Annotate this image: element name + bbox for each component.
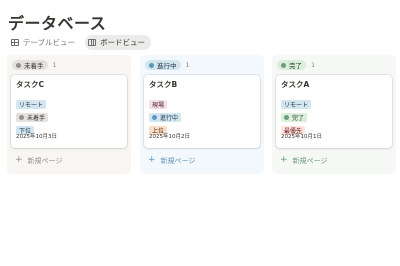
column-status-label: 完了 bbox=[289, 62, 302, 70]
card-title: タスクA bbox=[281, 80, 310, 89]
tab-label: テーブルビュー bbox=[23, 38, 76, 47]
status-dot-icon bbox=[16, 62, 21, 68]
column-header: 未着手 1 bbox=[11, 59, 127, 71]
tab-label: ボードビュー bbox=[100, 38, 146, 47]
card-date: 2025年10月1日 bbox=[281, 134, 322, 140]
card-title: タスクC bbox=[16, 80, 45, 89]
column-count: 1 bbox=[185, 61, 190, 69]
table-icon bbox=[11, 39, 19, 46]
column-status-pill: 未着手 bbox=[12, 60, 48, 70]
board-column-done: 完了 1 タスクA リモート 完了 最優先 2025年10月1日 + 新規ページ bbox=[272, 55, 396, 174]
new-page-button[interactable]: + 新規ページ bbox=[276, 152, 392, 169]
card-date: 2025年10月2日 bbox=[149, 134, 190, 140]
board-icon bbox=[88, 39, 97, 46]
status-dot-icon bbox=[281, 62, 286, 68]
column-status-pill: 進行中 bbox=[145, 60, 181, 70]
new-page-label: 新規ページ bbox=[160, 156, 196, 165]
tab-board-view[interactable]: ボードビュー bbox=[85, 35, 152, 50]
task-card[interactable]: タスクC リモート 未着手 下位 2025年10月3日 bbox=[11, 75, 127, 148]
new-page-label: 新規ページ bbox=[292, 156, 328, 165]
column-status-label: 進行中 bbox=[157, 62, 177, 70]
column-header: 完了 1 bbox=[276, 59, 392, 71]
column-header: 進行中 1 bbox=[144, 59, 260, 71]
new-page-label: 新規ページ bbox=[27, 156, 63, 165]
column-count: 1 bbox=[311, 61, 316, 69]
column-status-pill: 完了 bbox=[277, 60, 306, 70]
card-date: 2025年10月3日 bbox=[16, 134, 57, 140]
board-column-in-progress: 進行中 1 タスクB 現場 進行中 上位 2025年10月2日 + 新規ページ bbox=[140, 55, 264, 174]
column-status-label: 未着手 bbox=[24, 62, 44, 70]
new-page-button[interactable]: + 新規ページ bbox=[144, 152, 260, 169]
page-title: データベース bbox=[8, 14, 107, 33]
board-column-not-started: 未着手 1 タスクC リモート 未着手 下位 2025年10月3日 + 新規ペー… bbox=[7, 55, 131, 174]
plus-icon: + bbox=[148, 155, 156, 165]
new-page-button[interactable]: + 新規ページ bbox=[11, 152, 127, 169]
tab-table-view[interactable]: テーブルビュー bbox=[8, 35, 81, 50]
status-dot-icon bbox=[149, 62, 154, 68]
task-card[interactable]: タスクB 現場 進行中 上位 2025年10月2日 bbox=[144, 75, 260, 148]
plus-icon: + bbox=[15, 155, 23, 165]
plus-icon: + bbox=[280, 155, 288, 165]
view-tabs: テーブルビュー ボードビュー bbox=[8, 35, 152, 50]
column-count: 1 bbox=[52, 61, 57, 69]
card-title: タスクB bbox=[149, 80, 178, 89]
task-card[interactable]: タスクA リモート 完了 最優先 2025年10月1日 bbox=[276, 75, 392, 148]
